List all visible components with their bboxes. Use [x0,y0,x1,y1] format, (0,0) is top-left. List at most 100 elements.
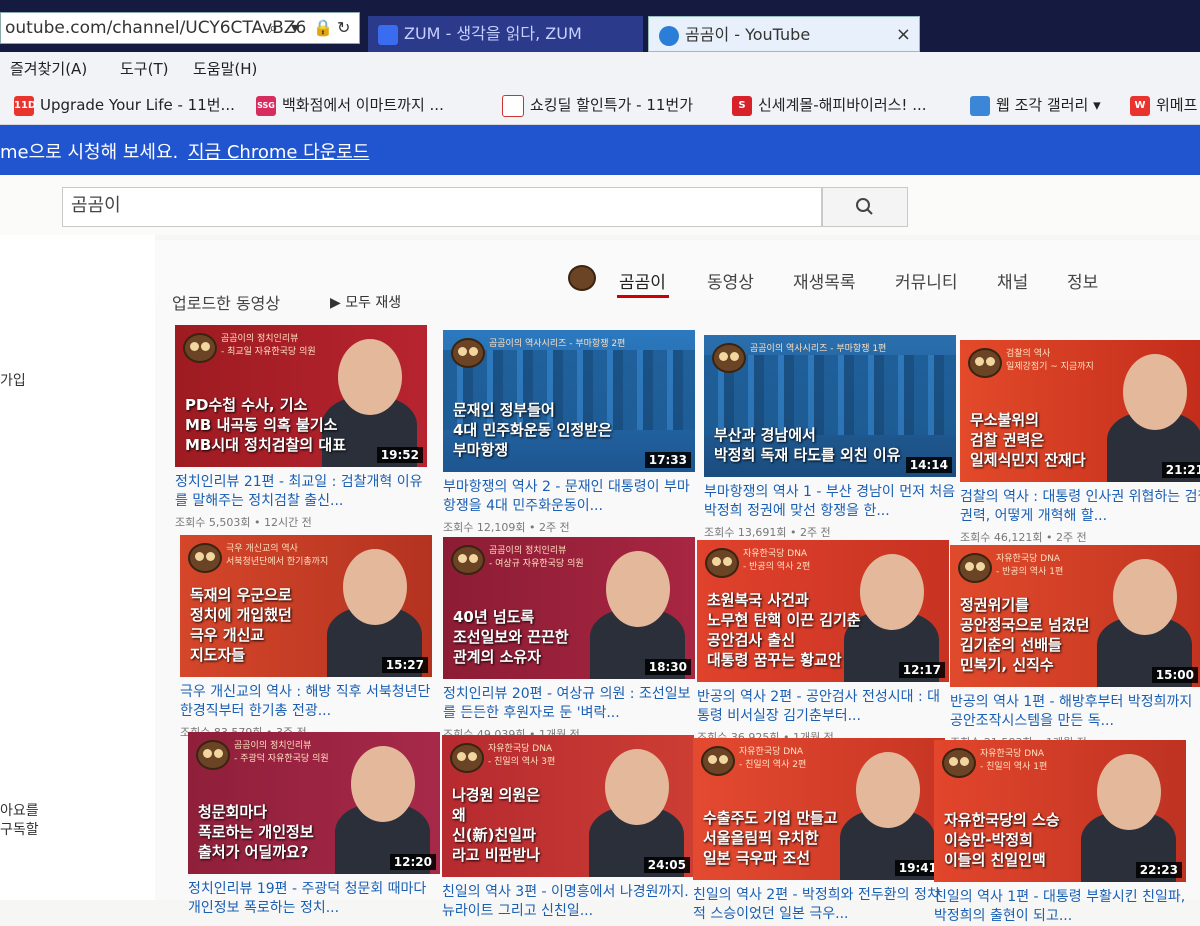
caption-line: 노무현 탄핵 이끈 김기춘 [707,611,861,629]
video-thumbnail[interactable]: 곰곰이의 역사시리즈 - 부마항쟁 1편 부산과 경남에서 박정희 독재 타도를 외… [704,335,956,477]
tab-playlists[interactable]: 재생목록 [793,268,856,293]
tag-line: 자유한국당 DNA [980,749,1045,759]
video-meta: 조회수 5,503회 • 12시간 전 [175,516,312,529]
caption-line: 폭로하는 개인정보 [198,823,314,841]
video-thumbnail[interactable]: 자유한국당 DNA - 반공의 역사 1편 정권위기를 공안정국으로 넘겼던 김기춘의 … [950,545,1200,687]
thumbnail-series-tag: 곰곰이의 정치인리뷰 - 여상규 자유한국당 의원 [489,545,584,571]
fav-shinsegae[interactable]: S 신세계몰-해피바이러스! ... [732,94,927,116]
video-title[interactable]: 부마항쟁의 역사 2 - 문재인 대통령이 부마항쟁을 4대 민주화운동이... [443,478,695,516]
play-all-button[interactable]: ▶ 모두 재생 [330,292,401,314]
menu-tools[interactable]: 도구(T) [120,58,168,79]
tab-videos[interactable]: 동영상 [707,268,754,293]
video-card[interactable]: 자유한국당 DNA - 반공의 역사 2편 초원복국 사건과 노무현 탄핵 이끈 김기… [697,540,949,745]
address-bar[interactable]: outube.com/channel/UCY6CTAvBZ6 ⌕ ▾ 🔒 ↻ [0,12,360,44]
thumbnail-caption: 청문회마다 폭로하는 개인정보 출처가 어딜까요? [198,802,398,862]
video-duration: 19:52 [376,447,423,463]
tab-community[interactable]: 커뮤니티 [895,268,958,293]
video-title[interactable]: 정치인리뷰 20편 - 여상규 의원 : 조선일보를 든든한 후원자로 둔 '벼… [443,685,695,723]
tag-line: 곰곰이의 역사시리즈 - 부마항쟁 1편 [750,344,887,354]
video-title[interactable]: 검찰의 역사 : 대통령 인사권 위협하는 검찰 권력, 어떻게 개혁해 할..… [960,488,1200,526]
video-duration: 24:05 [643,857,690,873]
chrome-download-link[interactable]: 지금 Chrome 다운로드 [188,138,369,164]
video-title[interactable]: 친일의 역사 3편 - 이명흥에서 나경원까지. 뉴라이트 그리고 신친일... [442,883,694,921]
video-thumbnail[interactable]: 자유한국당 DNA - 친일의 역사 3편 나경원 의원은 왜 신(新)친일파 라고 비판… [442,735,694,877]
channel-owl-logo [451,545,485,575]
tab-about[interactable]: 정보 [1067,268,1098,293]
channel-owl-logo [712,343,746,373]
fav-shocking-deal[interactable]: 쇼킹딜 할인특가 - 11번가 [502,94,693,117]
refresh-icon[interactable]: ↻ [337,13,350,43]
caption-line: 민복기, 신직수 [960,656,1054,674]
video-card[interactable]: 자유한국당 DNA - 친일의 역사 1편 자유한국당의 스승 이승만-박정희 이들의 … [934,740,1186,926]
caption-line: 조선일보와 끈끈한 [453,628,569,646]
fav-ssg[interactable]: SSG 백화점에서 이마트까지 ... [256,94,444,116]
caption-line: 일제식민지 잔재다 [970,451,1086,469]
video-title[interactable]: 극우 개신교의 역사 : 해방 직후 서북청년단 한경직부터 한기총 전광... [180,683,432,721]
menu-favorites[interactable]: 즐겨찾기(A) [10,58,87,79]
close-icon[interactable]: × [896,17,911,51]
video-duration: 17:33 [644,452,691,468]
menu-help[interactable]: 도움말(H) [193,58,257,79]
video-title[interactable]: 정치인리뷰 19편 - 주광덕 청문회 때마다 개인정보 폭로하는 정치... [188,880,440,918]
web-slice-icon [970,95,990,116]
video-card[interactable]: 자유한국당 DNA - 친일의 역사 3편 나경원 의원은 왜 신(新)친일파 라고 비판… [442,735,694,921]
video-duration: 21:21 [1161,462,1200,478]
fav-11st-upgrade[interactable]: 11D Upgrade Your Life - 11번... [14,94,235,116]
tag-line: 검찰의 역사 [1006,349,1051,359]
video-thumbnail[interactable]: 곰곰이의 정치인리뷰 - 주광덕 자유한국당 의원 청문회마다 폭로하는 개인정보 출처… [188,732,440,874]
fav-wemakeprice[interactable]: W 위메프 [1130,94,1197,116]
video-thumbnail[interactable]: 극우 개신교의 역사 서북청년단에서 한기총까지 독재의 우군으로 정치에 개입했던 극… [180,535,432,677]
tab-home[interactable]: 곰곰이 [619,268,666,293]
video-card[interactable]: 극우 개신교의 역사 서북청년단에서 한기총까지 독재의 우군으로 정치에 개입했던 극… [180,535,432,740]
video-thumbnail[interactable]: 곰곰이의 정치인리뷰 - 최교일 자유한국당 의원 PD수첩 수사, 기소 MB 내곡… [175,325,427,467]
tag-line: - 최교일 자유한국당 의원 [221,347,316,357]
tab-youtube[interactable]: 곰곰이 - YouTube × [648,16,920,52]
tab-channels[interactable]: 채널 [997,268,1028,293]
caption-line: 4대 민주화운동 인정받은 [453,421,612,439]
video-title[interactable]: 반공의 역사 2편 - 공안검사 전성시대 : 대통령 비서실장 김기춘부터..… [697,688,949,726]
tag-line: 자유한국당 DNA [743,549,808,559]
search-icon [856,198,873,215]
caption-line: 무소불위의 [970,411,1040,429]
video-card[interactable]: 곰곰이의 정치인리뷰 - 여상규 자유한국당 의원 40년 넘도록 조선일보와 끈끈한… [443,537,695,742]
tag-line: 곰곰이의 정치인리뷰 [221,334,299,344]
video-title[interactable]: 반공의 역사 1편 - 해방후부터 박정희까지 공안조작시스템을 만든 독... [950,693,1200,731]
thumbnail-caption: PD수첩 수사, 기소 MB 내곡동 의혹 불기소 MB시대 정치검찰의 대표 [185,395,385,455]
video-card[interactable]: 자유한국당 DNA - 친일의 역사 2편 수출주도 기업 만들고 서울올림픽 유치한… [693,738,945,924]
video-title[interactable]: 정치인리뷰 21편 - 최교일 : 검찰개혁 이유를 말해주는 정치검찰 출신.… [175,473,427,511]
caption-line: PD수첩 수사, 기소 [185,396,308,414]
video-card[interactable]: 곰곰이의 역사시리즈 - 부마항쟁 2편 문재인 정부들어 4대 민주화운동 인정받… [443,330,695,535]
video-thumbnail[interactable]: 곰곰이의 역사시리즈 - 부마항쟁 2편 문재인 정부들어 4대 민주화운동 인정받… [443,330,695,472]
video-card[interactable]: 검찰의 역사 일제강점기 ~ 지금까지 무소불위의 검찰 권력은 일제식민지 잔재다 21… [960,340,1200,545]
channel-owl-logo [183,333,217,363]
tag-line: 극우 개신교의 역사 [226,544,298,554]
video-card[interactable]: 곰곰이의 역사시리즈 - 부마항쟁 1편 부산과 경남에서 박정희 독재 타도를 외… [704,335,956,540]
search-icon[interactable]: ⌕ [269,13,278,43]
sidebar-subscribe-text: 구독할 [0,822,39,838]
video-thumbnail[interactable]: 자유한국당 DNA - 반공의 역사 2편 초원복국 사건과 노무현 탄핵 이끈 김기… [697,540,949,682]
thumbnail-series-tag: 자유한국당 DNA - 반공의 역사 2편 [743,548,810,574]
fav-web-slice-gallery[interactable]: 웹 조각 갤러리 ▾ [970,94,1101,116]
video-thumbnail[interactable]: 자유한국당 DNA - 친일의 역사 1편 자유한국당의 스승 이승만-박정희 이들의 … [934,740,1186,882]
video-title[interactable]: 친일의 역사 1편 - 대통령 부활시킨 친일파, 박정희의 출현이 되고... [934,888,1186,926]
search-button[interactable] [822,187,908,227]
tab-zum[interactable]: ZUM - 생각을 읽다, ZUM [368,16,643,52]
search-input[interactable]: 곰곰이 [62,187,822,227]
video-thumbnail[interactable]: 곰곰이의 정치인리뷰 - 여상규 자유한국당 의원 40년 넘도록 조선일보와 끈끈한… [443,537,695,679]
channel-owl-logo [958,553,992,583]
video-thumbnail[interactable]: 검찰의 역사 일제강점기 ~ 지금까지 무소불위의 검찰 권력은 일제식민지 잔재다 21… [960,340,1200,482]
video-card[interactable]: 자유한국당 DNA - 반공의 역사 1편 정권위기를 공안정국으로 넘겼던 김기춘의 … [950,545,1200,750]
video-title[interactable]: 친일의 역사 2편 - 박정희와 전두환의 정치적 스승이었던 일본 극우... [693,886,945,924]
dropdown-icon[interactable]: ▾ [291,13,299,43]
thumbnail-caption: 40년 넘도록 조선일보와 끈끈한 관계의 소유자 [453,607,653,667]
video-card[interactable]: 곰곰이의 정치인리뷰 - 최교일 자유한국당 의원 PD수첩 수사, 기소 MB 내곡… [175,325,427,530]
video-duration: 15:27 [381,657,428,673]
caption-line: 공안정국으로 넘겼던 [960,616,1090,634]
video-thumbnail[interactable]: 자유한국당 DNA - 친일의 역사 2편 수출주도 기업 만들고 서울올림픽 유치한… [693,738,945,880]
tag-line: - 반공의 역사 1편 [996,567,1064,577]
play-all-label: 모두 재생 [345,295,402,311]
video-title[interactable]: 부마항쟁의 역사 1 - 부산 경남이 먼저 처음 박정희 정권에 맞선 항쟁을… [704,483,956,521]
tag-line: - 친일의 역사 3편 [488,757,556,767]
video-card[interactable]: 곰곰이의 정치인리뷰 - 주광덕 자유한국당 의원 청문회마다 폭로하는 개인정보 출처… [188,732,440,918]
caption-line: 일본 극우파 조선 [703,849,811,867]
